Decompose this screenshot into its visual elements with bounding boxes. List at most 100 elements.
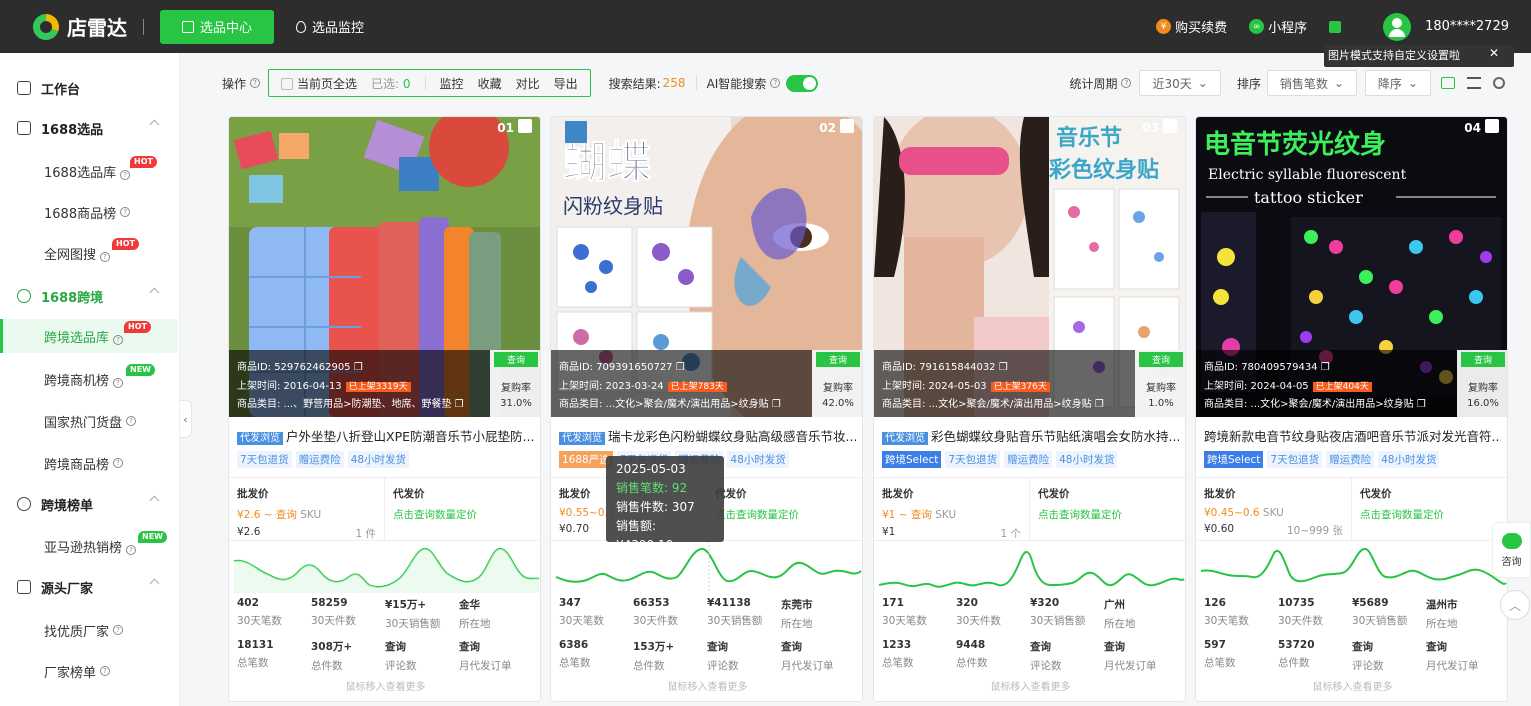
sidebar-item-cross-library[interactable]: 跨境选品库? HOT [0, 319, 178, 353]
service-tags: 跨境Select 7天包退货 赠运费险 48小时发货 [1204, 451, 1440, 468]
card-checkbox[interactable] [518, 119, 532, 133]
sidebar-collapse-button[interactable]: ‹ [180, 400, 192, 438]
sort-order-select[interactable]: 降序 ⌄ [1364, 70, 1431, 96]
favorite-button[interactable]: 收藏 [478, 75, 502, 92]
sidebar-group-cross-border[interactable]: 1688跨境 [0, 283, 180, 309]
sidebar-item-amazon[interactable]: 亚马逊热销榜? NEW [0, 529, 178, 563]
list-mode-icon[interactable] [1467, 77, 1481, 89]
dropship-query-link[interactable]: 点击查询数量定价 [1038, 507, 1179, 522]
compare-button[interactable]: 对比 [516, 75, 540, 92]
product-title[interactable]: 跨境新款电音节纹身贴夜店酒吧音乐节派对发光音符... [1204, 426, 1501, 445]
help-icon: ? [113, 625, 124, 635]
chart-tooltip: 2025-05-03 销售笔数: 92 销售件数: 307 销售额: ¥4390… [606, 456, 724, 552]
card-checkbox[interactable] [1163, 119, 1177, 133]
sidebar-group-ranklist[interactable]: 跨境榜单 [0, 491, 180, 517]
card-checkbox[interactable] [840, 119, 854, 133]
product-image[interactable]: 电音节荧光纹身 Electric syllable fluorescent ta… [1196, 117, 1507, 417]
hot-badge: HOT [112, 237, 139, 250]
product-image[interactable]: 音乐节 彩色纹身贴 03 商品ID: 791615844032 ❐ 上架时间: … [874, 117, 1185, 417]
card-number: 02 [819, 121, 836, 135]
settings-icon[interactable] [1493, 77, 1505, 89]
back-to-top-button[interactable]: ︿ [1500, 590, 1530, 620]
ai-search-toggle[interactable] [786, 74, 819, 92]
copy-icon[interactable]: ❐ [455, 399, 464, 410]
sales-trend-chart[interactable] [874, 541, 1186, 593]
flag-icon [1329, 20, 1342, 33]
logo-icon [33, 13, 59, 40]
period-select[interactable]: 近30天 ⌄ [1139, 70, 1221, 96]
dropship-query-link[interactable]: 点击查询数量定价 [1360, 507, 1501, 522]
card-checkbox[interactable] [1485, 119, 1499, 133]
product-image[interactable]: 01 商品ID: 529762462905 ❐ 上架时间: 2016-04-13… [229, 117, 540, 417]
sidebar-item-find-factory[interactable]: 找优质厂家? [0, 613, 178, 647]
card-number: 03 [1142, 121, 1159, 135]
copy-icon[interactable]: ❐ [1095, 399, 1104, 410]
copy-icon[interactable]: ❐ [1417, 399, 1426, 410]
query-badge[interactable]: 查询 [1461, 352, 1505, 367]
query-badge[interactable]: 查询 [1139, 352, 1183, 367]
help-icon: ? [126, 544, 137, 555]
user-account[interactable]: 180****2729 [1383, 12, 1509, 41]
new-badge: NEW [126, 363, 155, 376]
sales-trend-chart[interactable] [1196, 541, 1508, 593]
nav-selection-monitor[interactable]: 选品监控 [274, 10, 386, 44]
sidebar-item-country-hot[interactable]: 国家热门货盘? [0, 404, 178, 438]
hover-hint: 鼠标移入查看更多 [1312, 682, 1393, 693]
product-title[interactable]: 代发浏览 户外坐垫八折登山XPE防潮音乐节小屁垫防... [237, 426, 534, 445]
repurchase-rate: 31.0% [500, 398, 532, 409]
stats-30d: 402 30天笔数 58259 30天件数 ¥15万+ 30天销售额 金华 所在地 [237, 597, 491, 630]
query-badge[interactable]: 查询 [816, 352, 860, 367]
sidebar-item-opportunity[interactable]: 跨境商机榜? NEW [0, 362, 178, 396]
sidebar-item-1688-rank[interactable]: 1688商品榜? [0, 195, 178, 229]
hot-badge: HOT [130, 155, 157, 168]
stats-30d: 171 30天笔数 320 30天件数 ¥320 30天销售额 广州 所在地 [882, 597, 1136, 630]
service-tags: 7天包退货 赠运费险 48小时发货 [237, 451, 410, 468]
sidebar-group-1688[interactable]: 1688选品 [0, 115, 180, 141]
help-icon: ? [250, 78, 261, 88]
price-box: 批发价 ¥2.6 ~ 查询 SKU ¥2.6 1 件 代发价 点击查询数量定价 [229, 477, 540, 542]
mini-program-link[interactable]: ∞ 小程序 [1249, 17, 1307, 36]
mini-program-icon: ∞ [1249, 19, 1265, 34]
sidebar-item-cross-rank[interactable]: 跨境商品榜? [0, 446, 178, 480]
sales-trend-chart[interactable] [229, 541, 541, 593]
select-all-checkbox[interactable]: 当前页全选 [281, 75, 357, 92]
renew-link[interactable]: ¥ 购买续费 [1156, 17, 1227, 36]
product-card[interactable]: 电音节荧光纹身 Electric syllable fluorescent ta… [1195, 116, 1508, 702]
source-tag: 代发浏览 [237, 432, 283, 445]
source-tag: 代发浏览 [882, 432, 928, 445]
monitor-button[interactable]: 监控 [440, 75, 464, 92]
image-mode-icon[interactable] [1441, 77, 1455, 89]
price-box: 批发价 ¥0.45~0.6 SKU ¥0.60 10~999 张 代发价 点击查询… [1196, 477, 1507, 542]
close-icon[interactable]: ✕ [1489, 46, 1499, 60]
help-icon: ? [120, 169, 131, 180]
copy-icon[interactable]: ❐ [772, 399, 781, 410]
consult-button[interactable]: 咨询 [1492, 522, 1531, 578]
product-card[interactable]: 蝴蝶 闪粉纹身贴 02 商品ID: 709391650727 ❐ 上架时间: 2… [550, 116, 863, 702]
help-icon: ? [113, 458, 124, 468]
sidebar-group-factory[interactable]: 源头厂家 [0, 574, 180, 600]
sidebar-item-1688-library[interactable]: 1688选品库? HOT [0, 154, 178, 188]
divider [695, 76, 697, 90]
product-title[interactable]: 代发浏览 瑞卡龙彩色闪粉蝴蝶纹身贴高级感音乐节妆... [559, 426, 856, 445]
stats-total: 18131 总笔数 308万+ 总件数 查询 评论数 查询 月代发订单 [237, 639, 512, 672]
copy-icon[interactable]: ❐ [676, 362, 685, 373]
copy-icon[interactable]: ❐ [354, 362, 363, 373]
product-card[interactable]: 音乐节 彩色纹身贴 03 商品ID: 791615844032 ❐ 上架时间: … [873, 116, 1186, 702]
sidebar-item-image-search[interactable]: 全网图搜? HOT [0, 236, 178, 270]
copy-icon[interactable]: ❐ [1321, 362, 1330, 373]
brand-logo[interactable]: 店雷达 [33, 12, 127, 41]
help-icon: ? [120, 207, 131, 217]
copy-icon[interactable]: ❐ [999, 362, 1008, 373]
dropship-query-link[interactable]: 点击查询数量定价 [393, 507, 534, 522]
product-card[interactable]: 01 商品ID: 529762462905 ❐ 上架时间: 2016-04-13… [228, 116, 541, 702]
export-button[interactable]: 导出 [554, 75, 578, 92]
query-badge[interactable]: 查询 [494, 352, 538, 367]
sort-field-select[interactable]: 销售笔数 ⌄ [1266, 70, 1357, 96]
nav-selection-center[interactable]: 选品中心 [160, 9, 275, 44]
product-title[interactable]: 代发浏览 彩色蝴蝶纹身贴音乐节贴纸演唱会女防水持... [882, 426, 1179, 445]
dropship-query-link[interactable]: 点击查询数量定价 [715, 507, 856, 522]
flag-button[interactable] [1329, 20, 1342, 33]
sidebar-workbench[interactable]: 工作台 [0, 75, 180, 101]
sidebar-item-factory-rank[interactable]: 厂家榜单? [0, 654, 178, 688]
product-image[interactable]: 蝴蝶 闪粉纹身贴 02 商品ID: 709391650727 ❐ 上架时间: 2… [551, 117, 862, 417]
